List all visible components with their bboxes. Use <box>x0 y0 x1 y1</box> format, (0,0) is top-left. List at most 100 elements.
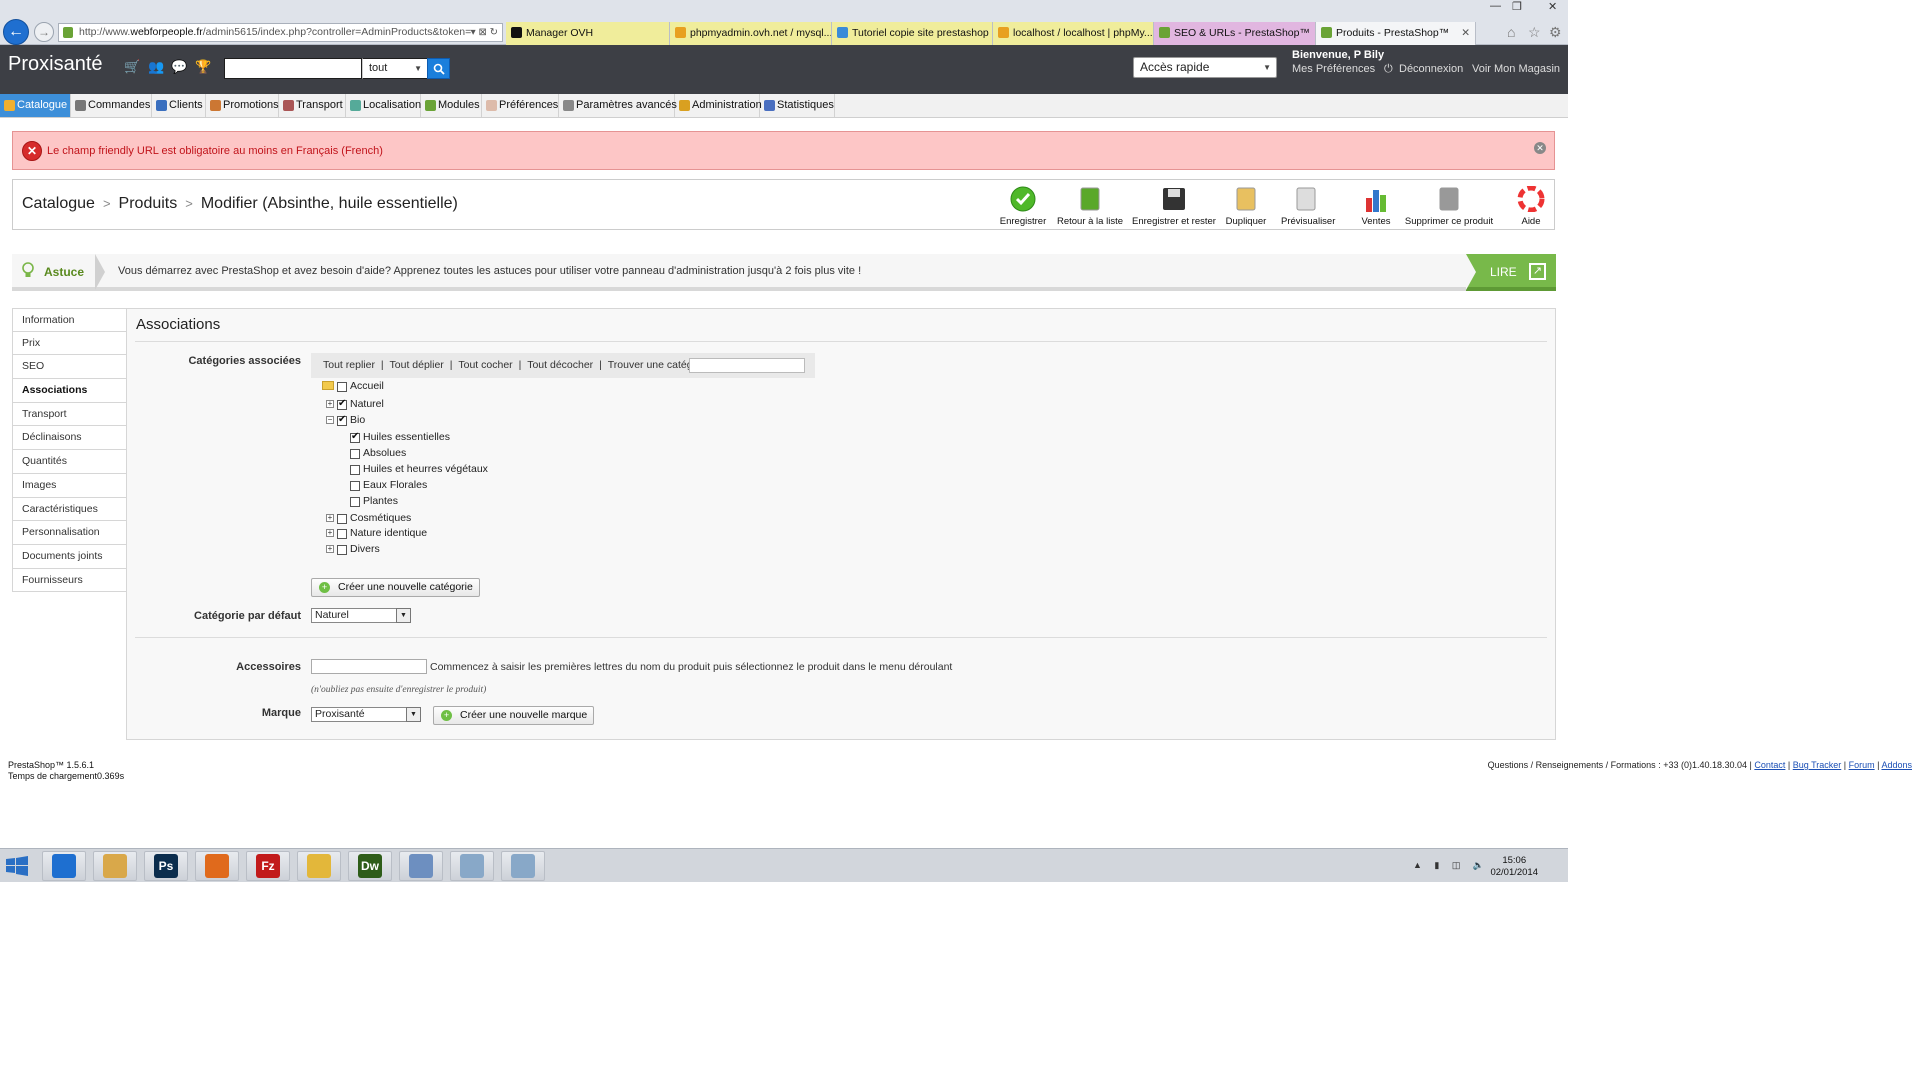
category-checkbox[interactable] <box>337 514 347 524</box>
cart-icon[interactable]: 🛒 <box>124 59 140 75</box>
category-checkbox[interactable] <box>350 497 360 507</box>
home-icon[interactable]: ⌂ <box>1507 24 1515 40</box>
sidebar-tab-information[interactable]: Information <box>12 308 127 332</box>
brand-select[interactable]: Proxisanté ▼ <box>311 707 421 722</box>
category-checkbox[interactable] <box>337 545 347 555</box>
sidebar-tab-prix[interactable]: Prix <box>12 331 127 356</box>
category-checkbox[interactable] <box>337 529 347 539</box>
view-shop-link[interactable]: Voir Mon Magasin <box>1472 63 1560 75</box>
toolbar-button[interactable]: Prévisualiser <box>1281 186 1335 227</box>
logout-link[interactable]: Déconnexion <box>1399 63 1463 75</box>
search-button[interactable] <box>427 58 450 79</box>
address-bar[interactable]: http://www.webforpeople.fr/admin5615/ind… <box>58 23 503 42</box>
preferences-link[interactable]: Mes Préférences <box>1292 63 1375 75</box>
restore-icon[interactable]: ❐ <box>1512 0 1522 13</box>
shop-brand[interactable]: Proxisanté <box>8 53 103 76</box>
close-tab-icon[interactable]: ✕ <box>1461 22 1470 44</box>
tray-icons[interactable]: ▲ ▮ ◫ 🔈 <box>1413 860 1489 871</box>
search-input[interactable] <box>224 58 362 79</box>
toolbar-button[interactable]: Supprimer ce produit <box>1404 186 1494 227</box>
accessories-input[interactable] <box>311 659 427 674</box>
sidebar-tab-déclinaisons[interactable]: Déclinaisons <box>12 426 127 451</box>
taskbar-app[interactable] <box>195 851 239 881</box>
taskbar-app[interactable] <box>450 851 494 881</box>
menu-item[interactable]: Localisation <box>346 94 421 117</box>
footer-link[interactable]: Contact <box>1754 760 1785 770</box>
default-category-select[interactable]: Naturel ▼ <box>311 608 411 623</box>
browser-tab[interactable]: localhost / localhost | phpMy... <box>993 22 1154 45</box>
sidebar-tab-caractéristiques[interactable]: Caractéristiques <box>12 497 127 522</box>
category-checkbox[interactable] <box>337 414 347 426</box>
sidebar-tab-seo[interactable]: SEO <box>12 355 127 380</box>
favorites-star-icon[interactable]: ☆ <box>1528 24 1541 41</box>
search-scope-select[interactable]: tout ▼ <box>362 58 428 79</box>
tree-expander-icon[interactable]: + <box>326 514 334 522</box>
clock[interactable]: 15:06 02/01/2014 <box>1490 855 1538 879</box>
taskbar-app[interactable] <box>93 851 137 881</box>
sidebar-tab-quantités[interactable]: Quantités <box>12 450 127 474</box>
tree-expander-icon[interactable]: + <box>326 400 334 408</box>
trophy-icon[interactable]: 🏆 <box>195 59 211 75</box>
toolbar-button[interactable]: Retour à la liste <box>1056 186 1124 227</box>
sidebar-tab-images[interactable]: Images <box>12 473 127 498</box>
sidebar-tab-fournisseurs[interactable]: Fournisseurs <box>12 568 127 593</box>
tree-tool-link[interactable]: Tout replier <box>323 359 375 371</box>
customers-icon[interactable]: 👥 <box>148 59 164 75</box>
logout-power-icon[interactable]: ⏻ <box>1384 63 1393 76</box>
menu-item[interactable]: Préférences <box>482 94 559 117</box>
category-checkbox[interactable] <box>350 449 360 459</box>
menu-item[interactable]: Administration <box>675 94 762 117</box>
tree-tool-link[interactable]: Tout décocher <box>527 359 593 371</box>
tree-expander-icon[interactable]: − <box>326 416 334 424</box>
create-category-button[interactable]: + Créer une nouvelle catégorie <box>311 578 480 597</box>
tree-tool-link[interactable]: Tout déplier <box>390 359 444 371</box>
create-brand-button[interactable]: + Créer une nouvelle marque <box>433 706 595 725</box>
sidebar-tab-documents-joints[interactable]: Documents joints <box>12 544 127 569</box>
windows-start-icon[interactable] <box>6 856 28 879</box>
menu-item[interactable]: Clients <box>152 94 206 117</box>
toolbar-button[interactable]: Dupliquer <box>1221 186 1271 227</box>
toolbar-button[interactable]: Ventes <box>1351 186 1401 227</box>
menu-item[interactable]: Paramètres avancés <box>559 94 677 117</box>
address-controls-icon[interactable]: ▾ ⊠ ↻ <box>471 24 498 41</box>
category-checkbox[interactable] <box>337 398 347 410</box>
toolbar-button[interactable]: Aide <box>1506 185 1556 227</box>
taskbar-app[interactable]: Dw <box>348 851 392 881</box>
messages-icon[interactable]: 💬 <box>171 59 187 75</box>
toolbar-button[interactable]: Enregistrer et rester <box>1132 186 1216 227</box>
menu-item[interactable]: Catalogue <box>0 94 71 117</box>
taskbar-app[interactable]: Ps <box>144 851 188 881</box>
footer-link[interactable]: Bug Tracker <box>1793 760 1842 770</box>
quick-access-select[interactable]: Accès rapide ▼ <box>1133 57 1277 78</box>
tree-tool-link[interactable]: Tout cocher <box>458 359 512 371</box>
browser-tab[interactable]: Manager OVH <box>506 22 670 45</box>
tree-expander-icon[interactable]: + <box>326 545 334 553</box>
back-button[interactable]: ← <box>3 19 29 45</box>
taskbar-app[interactable]: Fz <box>246 851 290 881</box>
sidebar-tab-associations[interactable]: Associations <box>12 379 127 403</box>
menu-item[interactable]: Statistiques <box>760 94 835 117</box>
footer-link[interactable]: Forum <box>1849 760 1875 770</box>
browser-tab[interactable]: SEO & URLs - PrestaShop™ <box>1154 22 1316 45</box>
browser-tab[interactable]: phpmyadmin.ovh.net / mysql... <box>670 22 832 45</box>
toolbar-button[interactable]: Enregistrer <box>998 186 1048 227</box>
footer-link[interactable]: Addons <box>1881 760 1912 770</box>
taskbar-app[interactable] <box>297 851 341 881</box>
menu-item[interactable]: Transport <box>279 94 346 117</box>
tree-expander-icon[interactable]: + <box>326 529 334 537</box>
category-checkbox[interactable] <box>350 481 360 491</box>
browser-tab[interactable]: Produits - PrestaShop™ ✕ <box>1316 22 1476 45</box>
taskbar-app[interactable] <box>501 851 545 881</box>
read-tip-button[interactable]: LIRE ↗ <box>1466 254 1556 291</box>
sidebar-tab-transport[interactable]: Transport <box>12 402 127 427</box>
menu-item[interactable]: Modules <box>421 94 482 117</box>
settings-gear-icon[interactable]: ⚙ <box>1549 24 1562 41</box>
find-category-input[interactable] <box>689 358 805 373</box>
close-icon[interactable]: ✕ <box>1534 142 1546 154</box>
category-checkbox[interactable] <box>337 382 347 392</box>
sidebar-tab-personnalisation[interactable]: Personnalisation <box>12 521 127 545</box>
category-checkbox[interactable] <box>350 465 360 475</box>
breadcrumb-products[interactable]: Produits <box>119 195 178 212</box>
minimize-icon[interactable]: — <box>1490 0 1501 12</box>
category-checkbox[interactable] <box>350 431 360 443</box>
